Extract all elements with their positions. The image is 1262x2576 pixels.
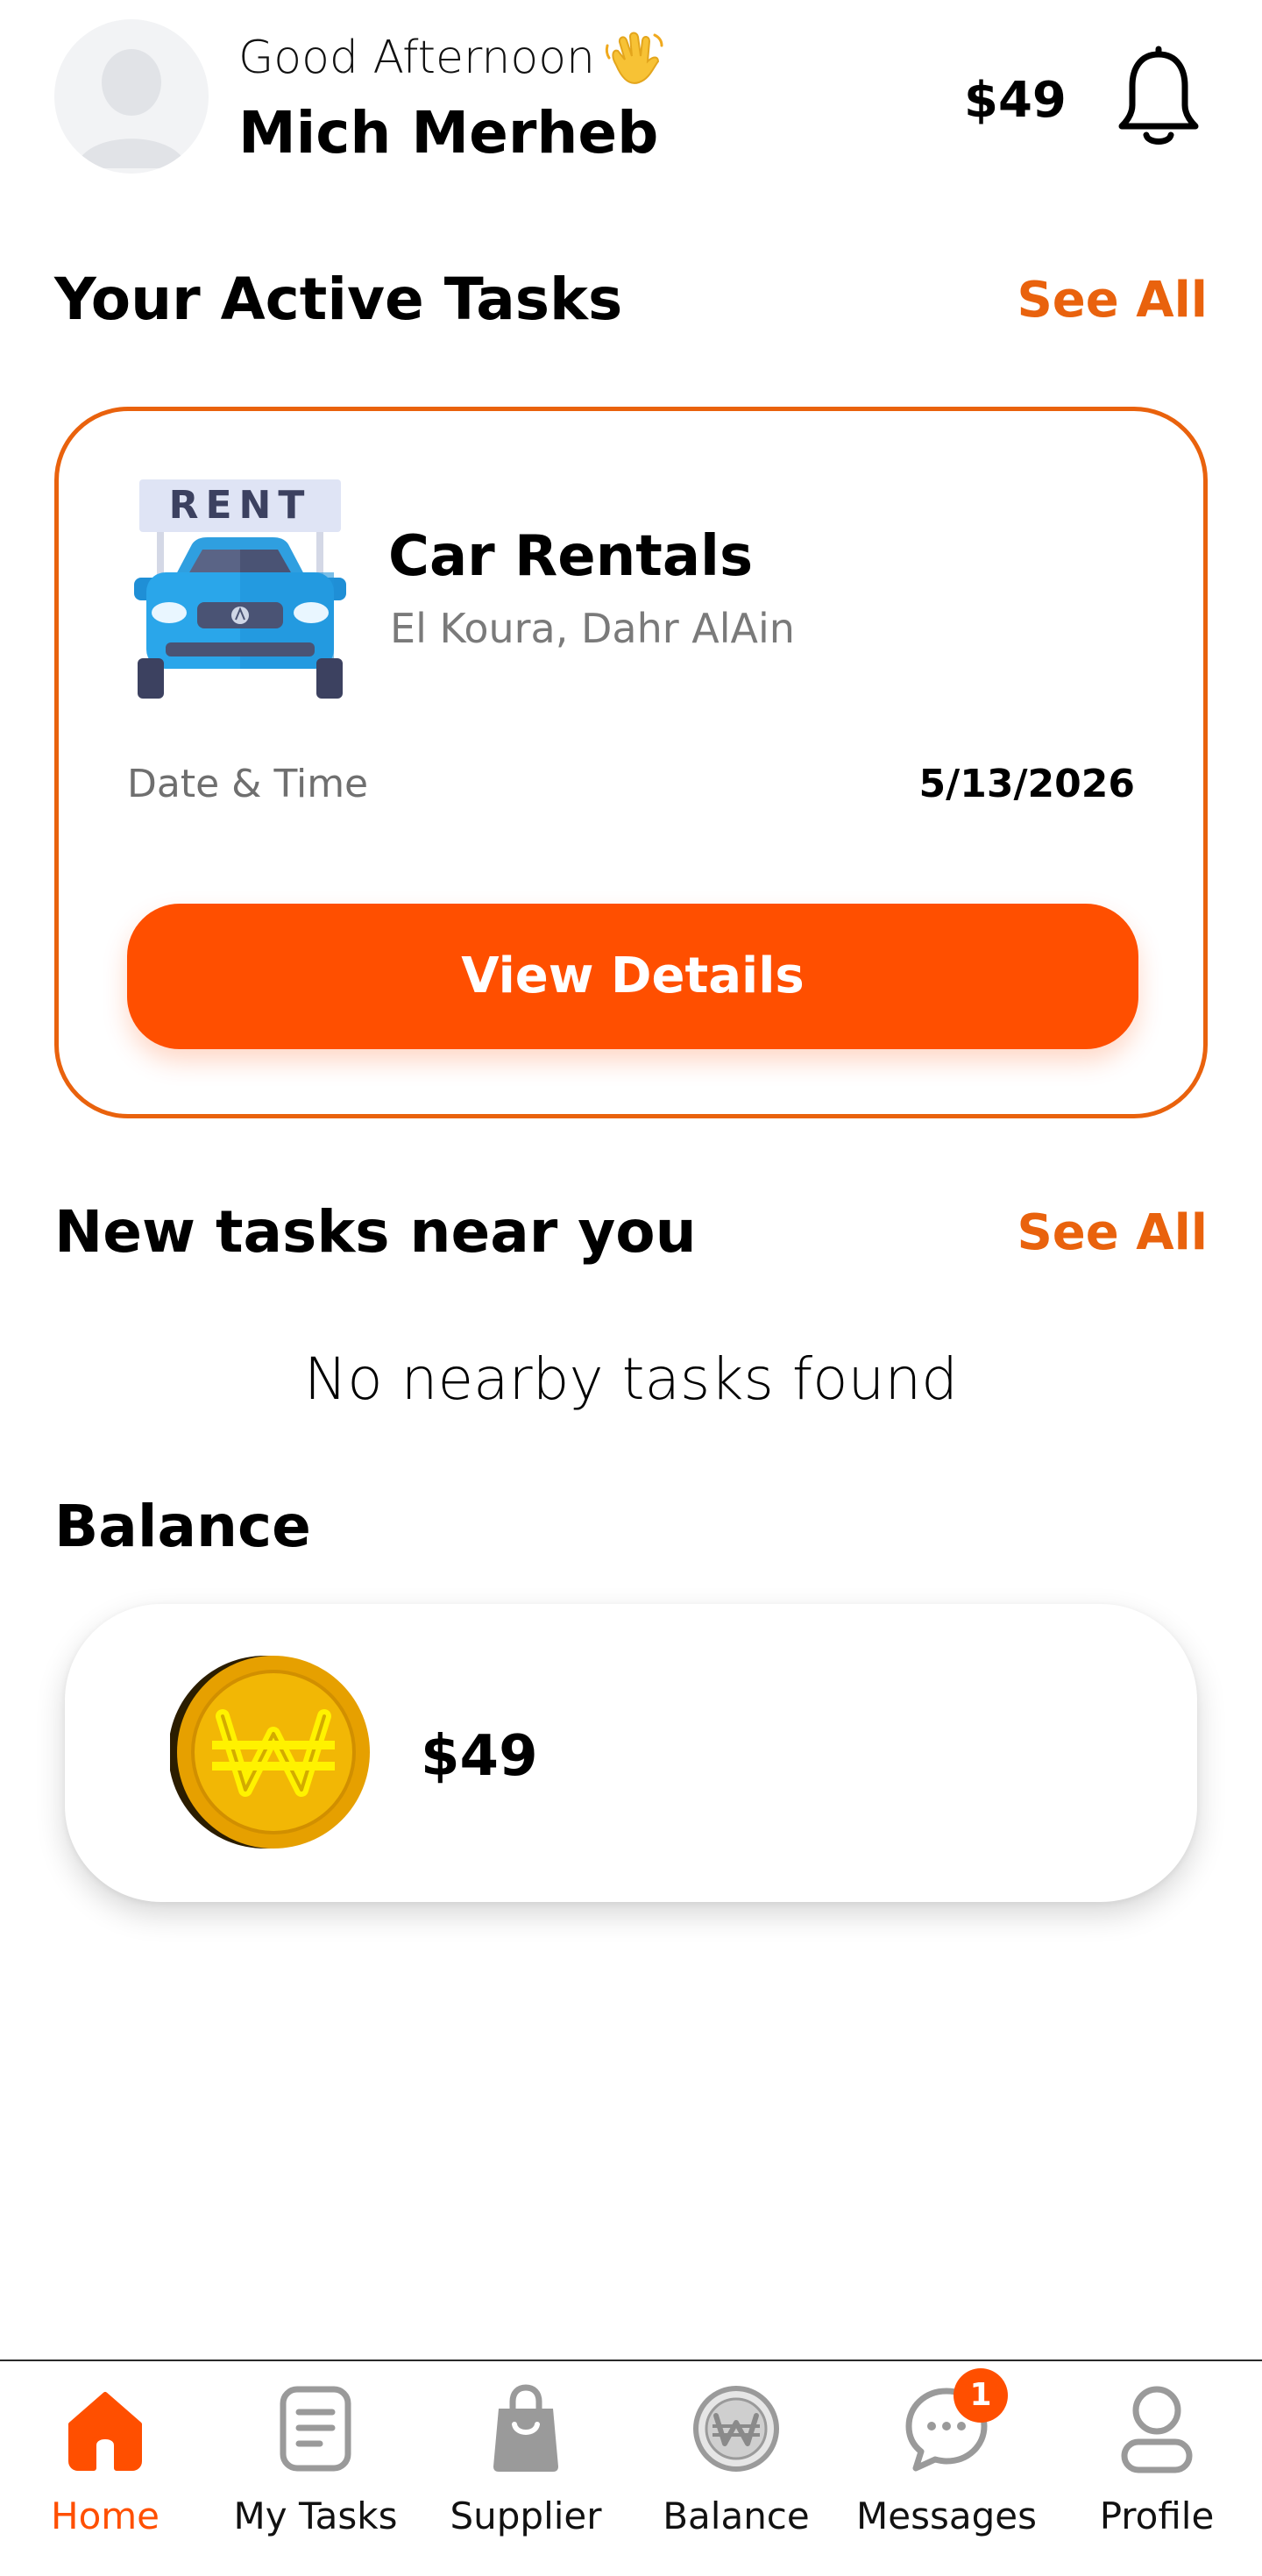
- greeting-text: Good Afternoon: [238, 32, 595, 84]
- nav-label-messages: Messages: [856, 2494, 1037, 2537]
- nav-item-supplier[interactable]: Supplier: [421, 2381, 631, 2556]
- nav-label-my-tasks: My Tasks: [233, 2494, 398, 2537]
- balance-amount: $49: [421, 1724, 538, 1789]
- user-name: Mich Merheb: [238, 99, 659, 167]
- tasks-icon: [280, 2386, 351, 2472]
- waving-hand-icon: [605, 32, 663, 84]
- nav-label-balance: Balance: [663, 2494, 810, 2537]
- nav-item-messages[interactable]: Messages: [841, 2381, 1052, 2556]
- avatar[interactable]: [54, 19, 209, 174]
- coin-icon: [170, 1656, 370, 1849]
- view-details-button[interactable]: View Details: [127, 904, 1138, 1049]
- nearby-tasks-empty-message: No nearby tasks found: [303, 1345, 959, 1413]
- nav-item-balance[interactable]: Balance: [631, 2381, 841, 2556]
- avatar-placeholder-icon: [54, 19, 209, 174]
- balance-title: Balance: [54, 1493, 311, 1560]
- nav-item-profile[interactable]: Profile: [1052, 2381, 1262, 2556]
- svg-text:RENT: RENT: [169, 483, 312, 528]
- header-balance[interactable]: $49: [964, 70, 1067, 131]
- balance-card[interactable]: $49: [65, 1604, 1197, 1902]
- nav-item-home[interactable]: Home: [0, 2381, 210, 2556]
- coin-icon: [693, 2386, 779, 2472]
- car-rental-image: RENT: [134, 479, 346, 699]
- task-location: El Koura, Dahr AlAin: [390, 605, 795, 652]
- nearby-tasks-title: New tasks near you: [54, 1198, 697, 1266]
- active-tasks-title: Your Active Tasks: [54, 266, 623, 333]
- active-tasks-see-all-link[interactable]: See All: [1017, 270, 1208, 331]
- bottom-navigation: Home My Tasks Supplier Balance Messages …: [0, 2360, 1262, 2576]
- date-time-label: Date & Time: [127, 762, 369, 806]
- active-task-card[interactable]: RENT Car Rentals El Koura, Dahr AlAin Da…: [54, 407, 1208, 1118]
- greeting: Good Afternoon: [238, 30, 665, 86]
- nav-label-profile: Profile: [1099, 2494, 1215, 2537]
- shopping-bag-icon: [493, 2384, 558, 2472]
- date-time-value: 5/13/2026: [918, 762, 1135, 806]
- notification-bell-icon[interactable]: [1117, 46, 1201, 149]
- nearby-tasks-see-all-link[interactable]: See All: [1017, 1203, 1208, 1264]
- nav-item-my-tasks[interactable]: My Tasks: [210, 2381, 421, 2556]
- nav-label-home: Home: [50, 2494, 160, 2537]
- messages-unread-badge: 1: [954, 2368, 1008, 2423]
- user-icon: [1121, 2386, 1193, 2473]
- home-icon: [68, 2392, 142, 2471]
- task-title: Car Rentals: [388, 524, 754, 589]
- nav-label-supplier: Supplier: [450, 2494, 602, 2537]
